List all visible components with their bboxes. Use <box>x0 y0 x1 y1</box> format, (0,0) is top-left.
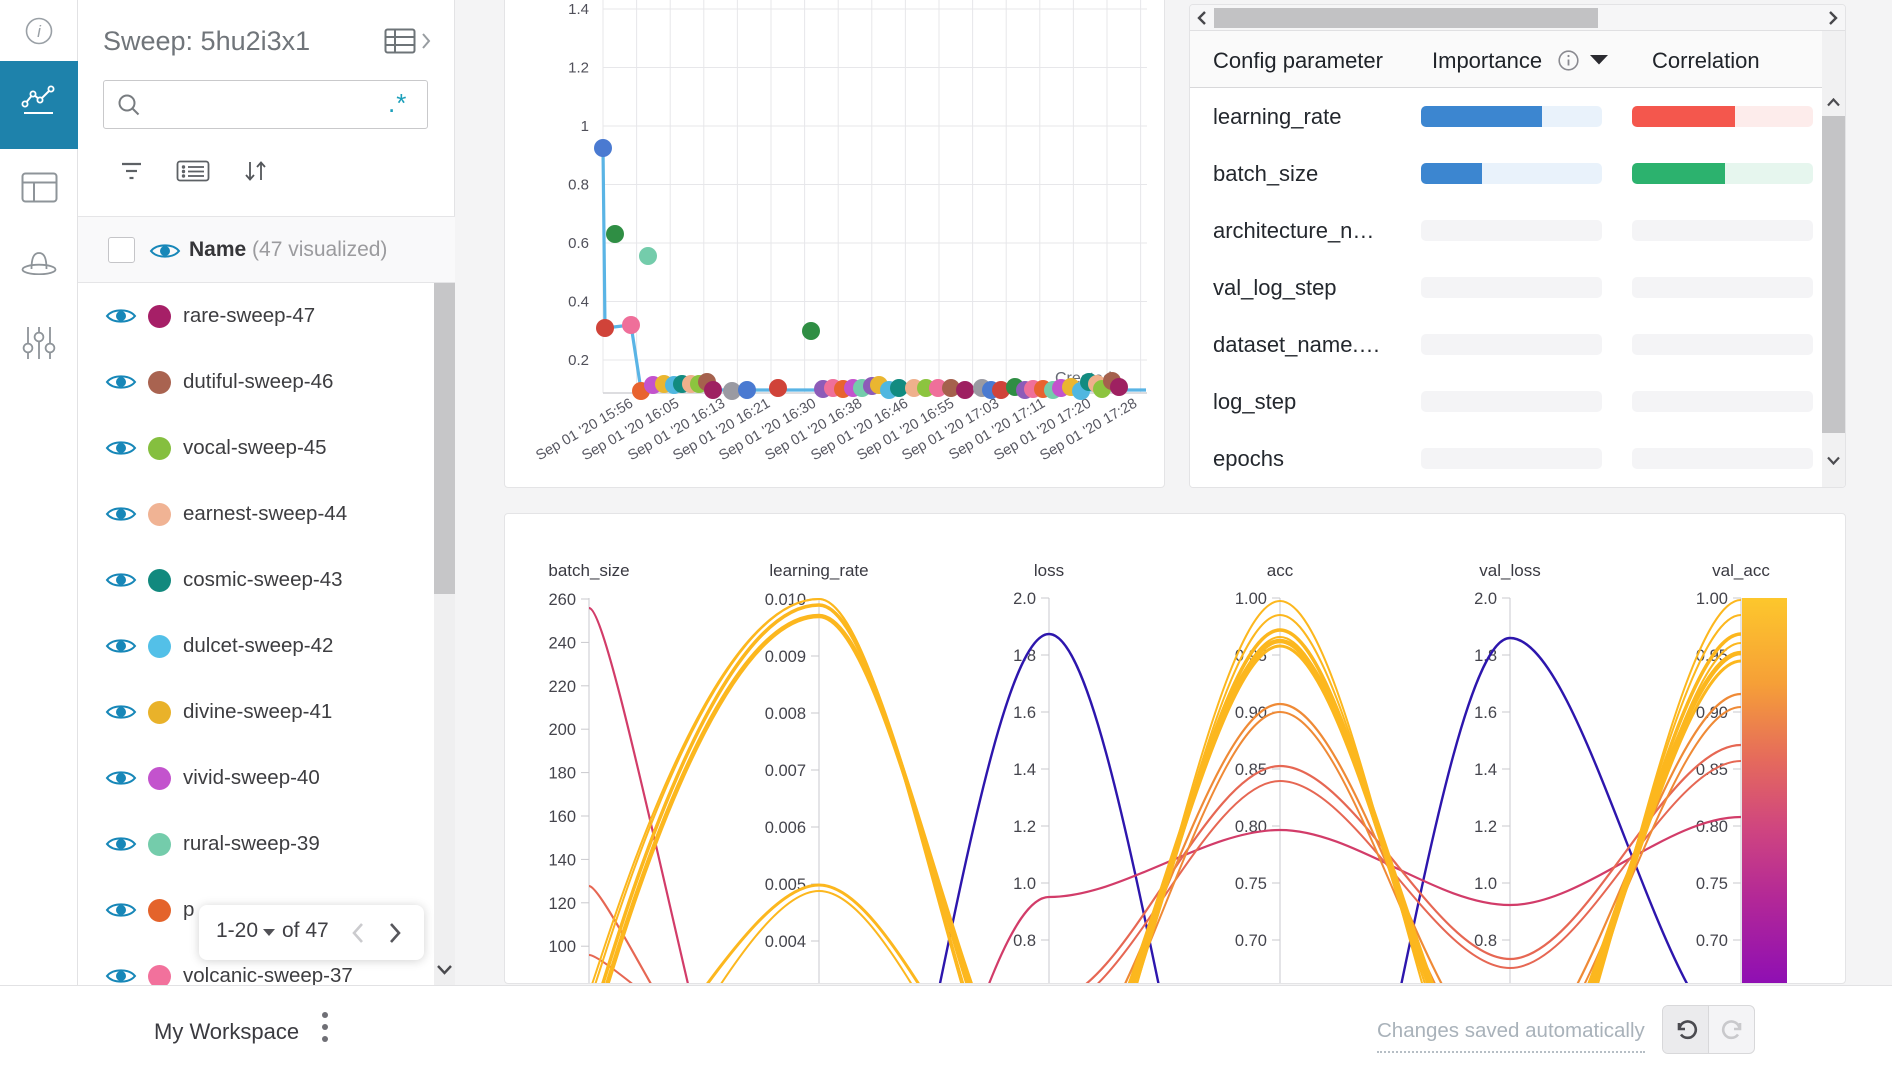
svg-text:val_loss: val_loss <box>1479 561 1540 580</box>
svg-text:240: 240 <box>548 634 576 652</box>
svg-text:0.70: 0.70 <box>1235 932 1267 950</box>
svg-text:0.005: 0.005 <box>765 876 806 894</box>
svg-text:1.4: 1.4 <box>1013 761 1036 779</box>
svg-text:1.4: 1.4 <box>568 1 589 18</box>
svg-text:0.8: 0.8 <box>1013 932 1036 950</box>
svg-text:260: 260 <box>548 591 576 609</box>
svg-text:200: 200 <box>548 721 576 739</box>
svg-text:0.6: 0.6 <box>568 235 589 252</box>
svg-text:1.2: 1.2 <box>568 60 589 77</box>
svg-text:loss: loss <box>1034 561 1064 580</box>
svg-text:180: 180 <box>548 765 576 783</box>
svg-text:140: 140 <box>548 851 576 869</box>
svg-text:2.0: 2.0 <box>1474 590 1497 608</box>
svg-text:batch_size: batch_size <box>548 561 629 580</box>
svg-text:1.00: 1.00 <box>1696 590 1728 608</box>
svg-text:1.6: 1.6 <box>1013 704 1036 722</box>
svg-text:0.8: 0.8 <box>568 177 589 194</box>
svg-text:220: 220 <box>548 678 576 696</box>
svg-text:acc: acc <box>1267 561 1294 580</box>
svg-text:i: i <box>37 22 42 41</box>
svg-text:0.009: 0.009 <box>765 648 806 666</box>
svg-text:160: 160 <box>548 808 576 826</box>
svg-text:0.75: 0.75 <box>1235 875 1267 893</box>
svg-text:1.8: 1.8 <box>1013 647 1036 665</box>
svg-text:1.4: 1.4 <box>1474 761 1497 779</box>
svg-text:100: 100 <box>548 938 576 956</box>
svg-text:1.2: 1.2 <box>1013 818 1036 836</box>
svg-text:0.010: 0.010 <box>765 591 806 609</box>
svg-text:learning_rate: learning_rate <box>769 561 868 580</box>
svg-text:0.007: 0.007 <box>765 762 806 780</box>
svg-text:1: 1 <box>581 118 589 135</box>
svg-text:0.006: 0.006 <box>765 819 806 837</box>
svg-text:120: 120 <box>548 895 576 913</box>
svg-text:1.6: 1.6 <box>1474 704 1497 722</box>
svg-text:0.70: 0.70 <box>1696 932 1728 950</box>
svg-text:0.2: 0.2 <box>568 352 589 369</box>
svg-text:0.4: 0.4 <box>568 294 589 311</box>
svg-text:1.00: 1.00 <box>1235 590 1267 608</box>
svg-text:0.008: 0.008 <box>765 705 806 723</box>
svg-text:1.0: 1.0 <box>1474 875 1497 893</box>
svg-text:2.0: 2.0 <box>1013 590 1036 608</box>
svg-text:val_acc: val_acc <box>1712 561 1770 580</box>
svg-text:0.004: 0.004 <box>765 933 806 951</box>
svg-text:1.2: 1.2 <box>1474 818 1497 836</box>
svg-text:1.0: 1.0 <box>1013 875 1036 893</box>
svg-text:0.75: 0.75 <box>1696 875 1728 893</box>
